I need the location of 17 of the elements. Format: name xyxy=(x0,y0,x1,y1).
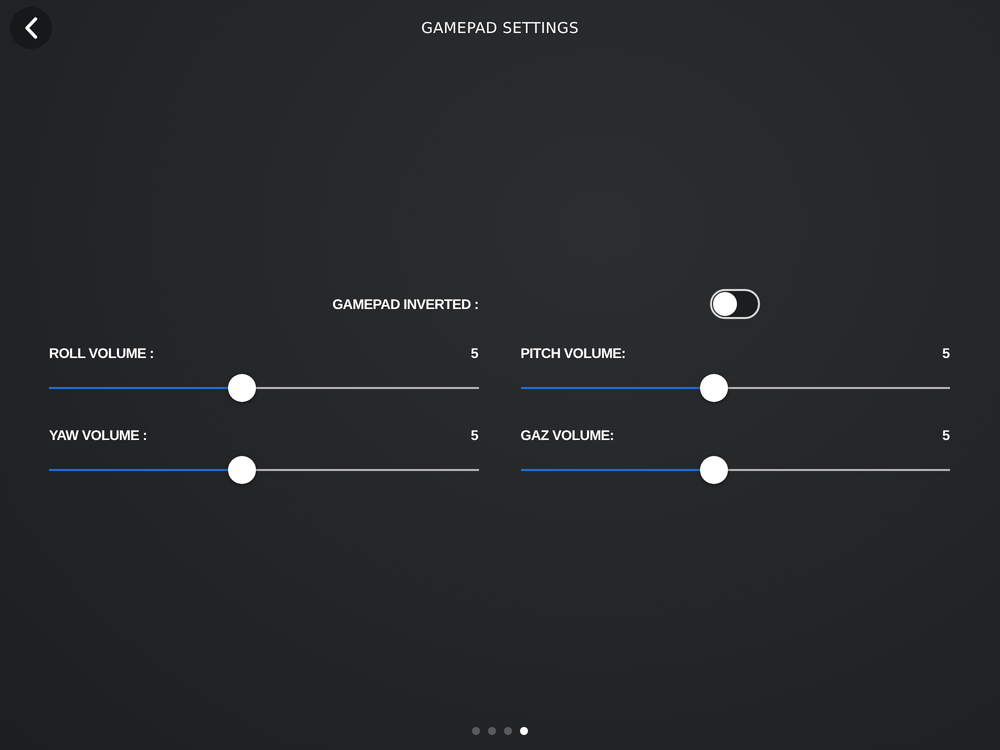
slider-value: 5 xyxy=(942,428,950,442)
back-button[interactable] xyxy=(10,7,52,49)
slider-value: 5 xyxy=(470,346,478,360)
toggle-label: GAMEPAD INVERTED : xyxy=(332,297,478,311)
toggle-switch[interactable] xyxy=(710,289,760,319)
slider-thumb[interactable] xyxy=(228,456,256,484)
slider-label: ROLL VOLUME : xyxy=(49,346,154,360)
chevron-left-icon xyxy=(24,17,38,39)
slider-thumb[interactable] xyxy=(700,374,728,402)
page-title: GAMEPAD SETTINGS xyxy=(421,18,579,39)
slider-label: PITCH VOLUME: xyxy=(520,346,626,360)
slider-thumb[interactable] xyxy=(700,456,728,484)
slider-value: 5 xyxy=(942,346,950,360)
slider-label: YAW VOLUME : xyxy=(49,428,147,442)
slider-value: 5 xyxy=(470,428,478,442)
slider-thumb[interactable] xyxy=(228,374,256,402)
slider-label: GAZ VOLUME: xyxy=(520,428,614,442)
